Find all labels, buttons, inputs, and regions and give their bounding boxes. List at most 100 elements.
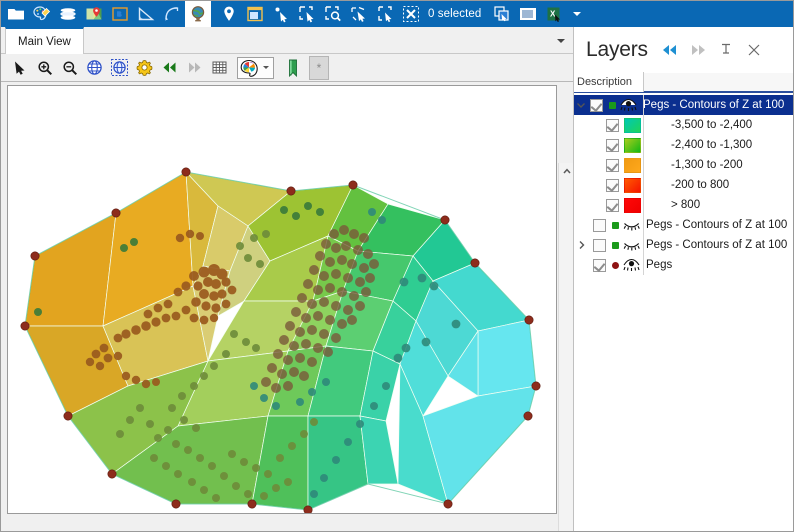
open-folder-icon[interactable] (3, 1, 29, 27)
clear-selection-icon[interactable] (398, 1, 424, 27)
expander-collapse-icon[interactable] (574, 95, 587, 115)
view-tabstrip: Main View (1, 27, 573, 54)
close-icon[interactable] (740, 36, 768, 64)
zoom-out-icon[interactable] (57, 56, 82, 80)
layer-row-contours-2[interactable]: Pegs - Contours of Z at 100 (574, 215, 793, 235)
tab-overflow-chevron-down-icon[interactable] (557, 36, 567, 46)
map-scroll-up-button[interactable] (559, 163, 574, 178)
band-visible-checkbox[interactable] (606, 158, 619, 172)
band-color-swatch[interactable] (624, 197, 641, 213)
point-select-icon[interactable] (268, 1, 294, 27)
pin-icon[interactable] (712, 36, 740, 64)
globe-outline-icon[interactable] (107, 56, 132, 80)
globe-icon[interactable] (185, 1, 211, 27)
contour-surface-plot (20, 167, 541, 513)
band-label: -200 to 800 (671, 179, 730, 191)
band-color-swatch[interactable] (624, 177, 641, 193)
toolbar-overflow-chevron-down-icon[interactable] (567, 1, 587, 27)
layer-marker-circle (612, 261, 619, 269)
zoom-in-icon[interactable] (32, 56, 57, 80)
palette-edit-icon[interactable] (29, 1, 55, 27)
tab-main-view[interactable]: Main View (5, 27, 84, 54)
band-label: -3,500 to -2,400 (671, 119, 753, 131)
excel-export-icon[interactable]: X (541, 1, 567, 27)
boundary-icon[interactable] (107, 1, 133, 27)
grid-icon[interactable] (207, 56, 232, 80)
main-toolbar: 0 selected X (1, 1, 793, 27)
band-visible-checkbox[interactable] (606, 118, 619, 132)
column-divider (643, 135, 644, 155)
palette-chevron-down-icon[interactable] (259, 58, 272, 78)
layer-marker-square (609, 101, 616, 109)
band-color-swatch[interactable] (624, 117, 641, 133)
layer-marker-square (612, 241, 619, 249)
application-window: 0 selected X Main View * Layers Descript… (0, 0, 794, 532)
band-color-swatch[interactable] (624, 137, 641, 153)
tab-main-view-label: Main View (18, 35, 71, 48)
rewind-icon[interactable] (157, 56, 182, 80)
column-divider (643, 155, 644, 175)
layer-row-contours-3[interactable]: Pegs - Contours of Z at 100 (574, 235, 793, 255)
layers-panel: Layers Description Pegs - Contours of Z … (573, 27, 793, 531)
color-palette-combo[interactable] (237, 56, 274, 79)
eye-open-icon[interactable] (620, 97, 637, 114)
layer-label: Pegs - Contours of Z at 100 (643, 99, 785, 111)
location-pin-icon[interactable] (216, 1, 242, 27)
layer-row-contours-1[interactable]: Pegs - Contours of Z at 100 (574, 95, 793, 115)
view-toolbar: * (1, 54, 573, 82)
band-color-swatch[interactable] (624, 157, 641, 173)
column-divider (643, 195, 644, 215)
legend-row-band-1[interactable]: -3,500 to -2,400 (574, 115, 793, 135)
layers-panel-header: Layers (574, 27, 793, 73)
expand-right-icon[interactable] (684, 36, 712, 64)
map-view-container: y x z 1km (1, 82, 574, 531)
band-label: > 800 (671, 199, 701, 211)
gear-icon[interactable] (132, 56, 157, 80)
eye-closed-icon[interactable] (623, 217, 640, 234)
column-divider (643, 175, 644, 195)
column-header-description[interactable]: Description (574, 72, 644, 92)
layer-marker-square (612, 221, 619, 229)
forward-icon[interactable] (182, 56, 207, 80)
layer-visible-checkbox[interactable] (590, 98, 603, 112)
map-canvas[interactable]: y x z (7, 85, 557, 514)
rect-deselect-icon[interactable] (320, 1, 346, 27)
legend-row-band-3[interactable]: -1,300 to -200 (574, 155, 793, 175)
window-snapshot-icon[interactable] (242, 1, 268, 27)
column-divider (643, 115, 644, 135)
bookmark-green-icon[interactable] (280, 56, 305, 80)
eye-open-icon[interactable] (623, 257, 640, 274)
map-vertical-scrollbar[interactable] (558, 163, 574, 531)
pointer-arrow-icon[interactable] (7, 56, 32, 80)
poly-select-icon[interactable] (346, 1, 372, 27)
map-pin-icon[interactable] (81, 1, 107, 27)
rect-select-icon[interactable] (294, 1, 320, 27)
layers-stack-icon[interactable] (55, 1, 81, 27)
layer-visible-checkbox[interactable] (593, 258, 606, 272)
band-visible-checkbox[interactable] (606, 198, 619, 212)
view-toolbar-overflow-button[interactable]: * (309, 55, 329, 80)
copy-selection-icon[interactable] (489, 1, 515, 27)
column-divider (643, 95, 644, 115)
angle-measure-icon[interactable] (133, 1, 159, 27)
legend-row-band-5[interactable]: > 800 (574, 195, 793, 215)
band-visible-checkbox[interactable] (606, 178, 619, 192)
layer-visible-checkbox[interactable] (593, 218, 606, 232)
layer-row-pegs[interactable]: Pegs (574, 255, 793, 275)
layer-visible-checkbox[interactable] (593, 238, 606, 252)
column-divider (643, 235, 644, 255)
band-visible-checkbox[interactable] (606, 138, 619, 152)
legend-row-band-4[interactable]: -200 to 800 (574, 175, 793, 195)
collapse-left-icon[interactable] (656, 36, 684, 64)
layer-label: Pegs - Contours of Z at 100 (646, 239, 788, 251)
table-report-icon[interactable] (515, 1, 541, 27)
rect-crop-select-icon[interactable] (372, 1, 398, 27)
legend-row-band-2[interactable]: -2,400 to -1,300 (574, 135, 793, 155)
band-label: -2,400 to -1,300 (671, 139, 753, 151)
layers-panel-title: Layers (586, 38, 648, 61)
globe-blue-icon[interactable] (82, 56, 107, 80)
layer-label: Pegs - Contours of Z at 100 (646, 219, 788, 231)
curve-icon[interactable] (159, 1, 185, 27)
expander-expand-icon[interactable] (574, 235, 590, 255)
eye-closed-icon[interactable] (623, 237, 640, 254)
